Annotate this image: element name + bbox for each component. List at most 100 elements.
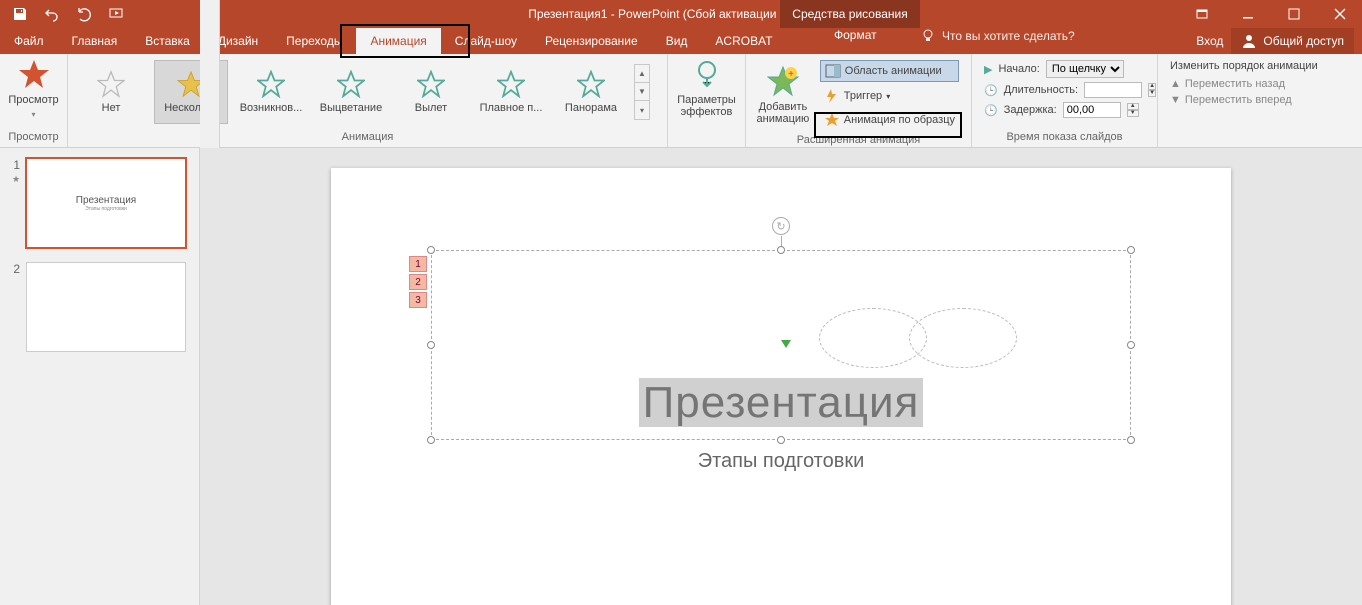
resize-handle[interactable] <box>777 436 785 444</box>
resize-handle[interactable] <box>777 246 785 254</box>
gallery-expand[interactable]: ▾ <box>635 101 649 119</box>
tab-format[interactable]: Формат <box>820 28 891 42</box>
animation-tag-3[interactable]: 3 <box>409 292 427 308</box>
move-later-button: ▼Переместить вперед <box>1170 94 1350 106</box>
tab-review[interactable]: Рецензирование <box>531 28 652 54</box>
slide-title-text[interactable]: Презентация <box>331 378 1231 428</box>
start-label: Начало: <box>998 63 1039 75</box>
work-area: 1 ★ Презентация Этапы подготовки 2 1 2 3… <box>0 148 1362 605</box>
contextual-tab-header: Средства рисования <box>780 0 920 28</box>
resize-handle[interactable] <box>427 246 435 254</box>
tab-home[interactable]: Главная <box>58 28 132 54</box>
anim-flyin[interactable]: Вылет <box>394 60 468 124</box>
tell-me-placeholder: Что вы хотите сделать? <box>942 29 1075 43</box>
animation-indicator-icon: ★ <box>12 174 20 185</box>
anim-floatin-label: Плавное п... <box>480 102 543 114</box>
animation-painter-button[interactable]: Анимация по образцу <box>820 110 959 130</box>
tab-insert[interactable]: Вставка <box>131 28 204 54</box>
tell-me-search[interactable]: Что вы хотите сделать? <box>920 28 1075 44</box>
delay-input[interactable] <box>1063 102 1121 118</box>
animation-pane-button[interactable]: Область анимации <box>820 60 959 82</box>
thumb-slide-2: 2 <box>6 262 193 352</box>
ribbon-display-button[interactable] <box>1180 0 1224 28</box>
clock-icon: 🕒 <box>984 84 998 97</box>
redo-button[interactable] <box>70 2 98 26</box>
anim-appear-label: Возникнов... <box>240 102 303 114</box>
resize-handle[interactable] <box>427 436 435 444</box>
start-select[interactable]: По щелчку <box>1046 60 1124 78</box>
move-earlier-button: ▲Переместить назад <box>1170 78 1350 90</box>
star-green-icon <box>577 70 605 98</box>
motion-path-oval[interactable] <box>909 308 1017 368</box>
delay-label: Задержка: <box>1004 104 1057 116</box>
group-label-animation: Анимация <box>74 131 661 145</box>
add-animation-label: Добавить анимацию <box>757 101 810 125</box>
tab-acrobat[interactable]: ACROBAT <box>701 28 786 54</box>
effect-options-button[interactable]: Параметры эффектов <box>674 56 739 120</box>
resize-handle[interactable] <box>1127 341 1135 349</box>
group-reorder: Изменить порядок анимации ▲Переместить н… <box>1158 54 1362 147</box>
gallery-scroll-down[interactable]: ▼ <box>635 83 649 101</box>
resize-handle[interactable] <box>1127 436 1135 444</box>
group-spacer <box>1164 131 1356 145</box>
trigger-button[interactable]: Триггер ▾ <box>820 86 959 106</box>
save-button[interactable] <box>6 2 34 26</box>
start-from-beginning-button[interactable] <box>102 2 130 26</box>
delay-spinner[interactable]: ▲▼ <box>1127 103 1139 117</box>
sign-in-link[interactable]: Вход <box>1196 34 1223 48</box>
resize-handle[interactable] <box>427 341 435 349</box>
anim-fade-label: Выцветание <box>320 102 382 114</box>
anim-none[interactable]: Нет <box>74 60 148 124</box>
tab-view[interactable]: Вид <box>652 28 702 54</box>
anim-none-label: Нет <box>102 102 121 114</box>
duration-input[interactable] <box>1084 82 1142 98</box>
resize-handle[interactable] <box>1127 246 1135 254</box>
thumb-slide-2-box[interactable] <box>26 262 186 352</box>
undo-button[interactable] <box>38 2 66 26</box>
group-label-preview: Просмотр <box>6 131 61 145</box>
slide-thumbnails-panel: 1 ★ Презентация Этапы подготовки 2 <box>0 148 200 605</box>
animation-tag-1[interactable]: 1 <box>409 256 427 272</box>
anim-floatin[interactable]: Плавное п... <box>474 60 548 124</box>
group-effect-options: Параметры эффектов <box>668 54 746 147</box>
slide[interactable]: 1 2 3 ↻ Презентация Этапы подготовки <box>331 168 1231 605</box>
star-icon <box>18 58 50 90</box>
thumb-slide-1-box[interactable]: Презентация Этапы подготовки <box>26 158 186 248</box>
gallery-scroll-up[interactable]: ▲ <box>635 65 649 83</box>
tab-animations[interactable]: Анимация <box>356 28 440 54</box>
preview-button[interactable]: Просмотр ▾ <box>6 56 61 121</box>
maximize-button[interactable] <box>1272 0 1316 28</box>
group-preview: Просмотр ▾ Просмотр <box>0 54 68 147</box>
group-advanced-animation: + Добавить анимацию Область анимации Три… <box>746 54 972 147</box>
thumb-subtitle: Этапы подготовки <box>85 206 127 212</box>
group-label-advanced: Расширенная анимация <box>752 134 965 148</box>
group-spacer <box>674 131 739 145</box>
star-plus-icon: + <box>767 65 799 97</box>
anim-panorama[interactable]: Панорама <box>554 60 628 124</box>
effect-options-label: Параметры эффектов <box>677 94 736 118</box>
duration-spinner[interactable]: ▲▼ <box>1148 83 1156 97</box>
window-controls <box>1180 0 1362 28</box>
group-timing: ▶ Начало: По щелчку 🕒 Длительность: ▲▼ 🕒… <box>972 54 1158 147</box>
reorder-heading: Изменить порядок анимации <box>1170 60 1350 72</box>
slide-subtitle-text[interactable]: Этапы подготовки <box>331 450 1231 473</box>
arrow-down-icon: ▼ <box>1170 94 1181 106</box>
tab-slideshow[interactable]: Слайд-шоу <box>441 28 531 54</box>
minimize-button[interactable] <box>1226 0 1270 28</box>
share-button[interactable]: Общий доступ <box>1231 28 1354 54</box>
animation-tag-2[interactable]: 2 <box>409 274 427 290</box>
effect-options-icon <box>691 58 723 90</box>
share-label: Общий доступ <box>1263 34 1344 48</box>
add-animation-button[interactable]: + Добавить анимацию <box>752 56 814 134</box>
tab-transitions[interactable]: Переходы <box>272 28 356 54</box>
anim-fade[interactable]: Выцветание <box>314 60 388 124</box>
tab-file[interactable]: Файл <box>0 28 58 54</box>
lightning-icon <box>824 88 840 104</box>
group-animation: Нет Несколько Возникнов... Выцветание Вы… <box>68 54 668 147</box>
rotate-handle[interactable]: ↻ <box>772 217 790 235</box>
close-button[interactable] <box>1318 0 1362 28</box>
arrow-up-icon: ▲ <box>1170 78 1181 90</box>
thumb-number: 1 ★ <box>6 158 20 248</box>
anim-panorama-label: Панорама <box>565 102 617 114</box>
anim-appear[interactable]: Возникнов... <box>234 60 308 124</box>
